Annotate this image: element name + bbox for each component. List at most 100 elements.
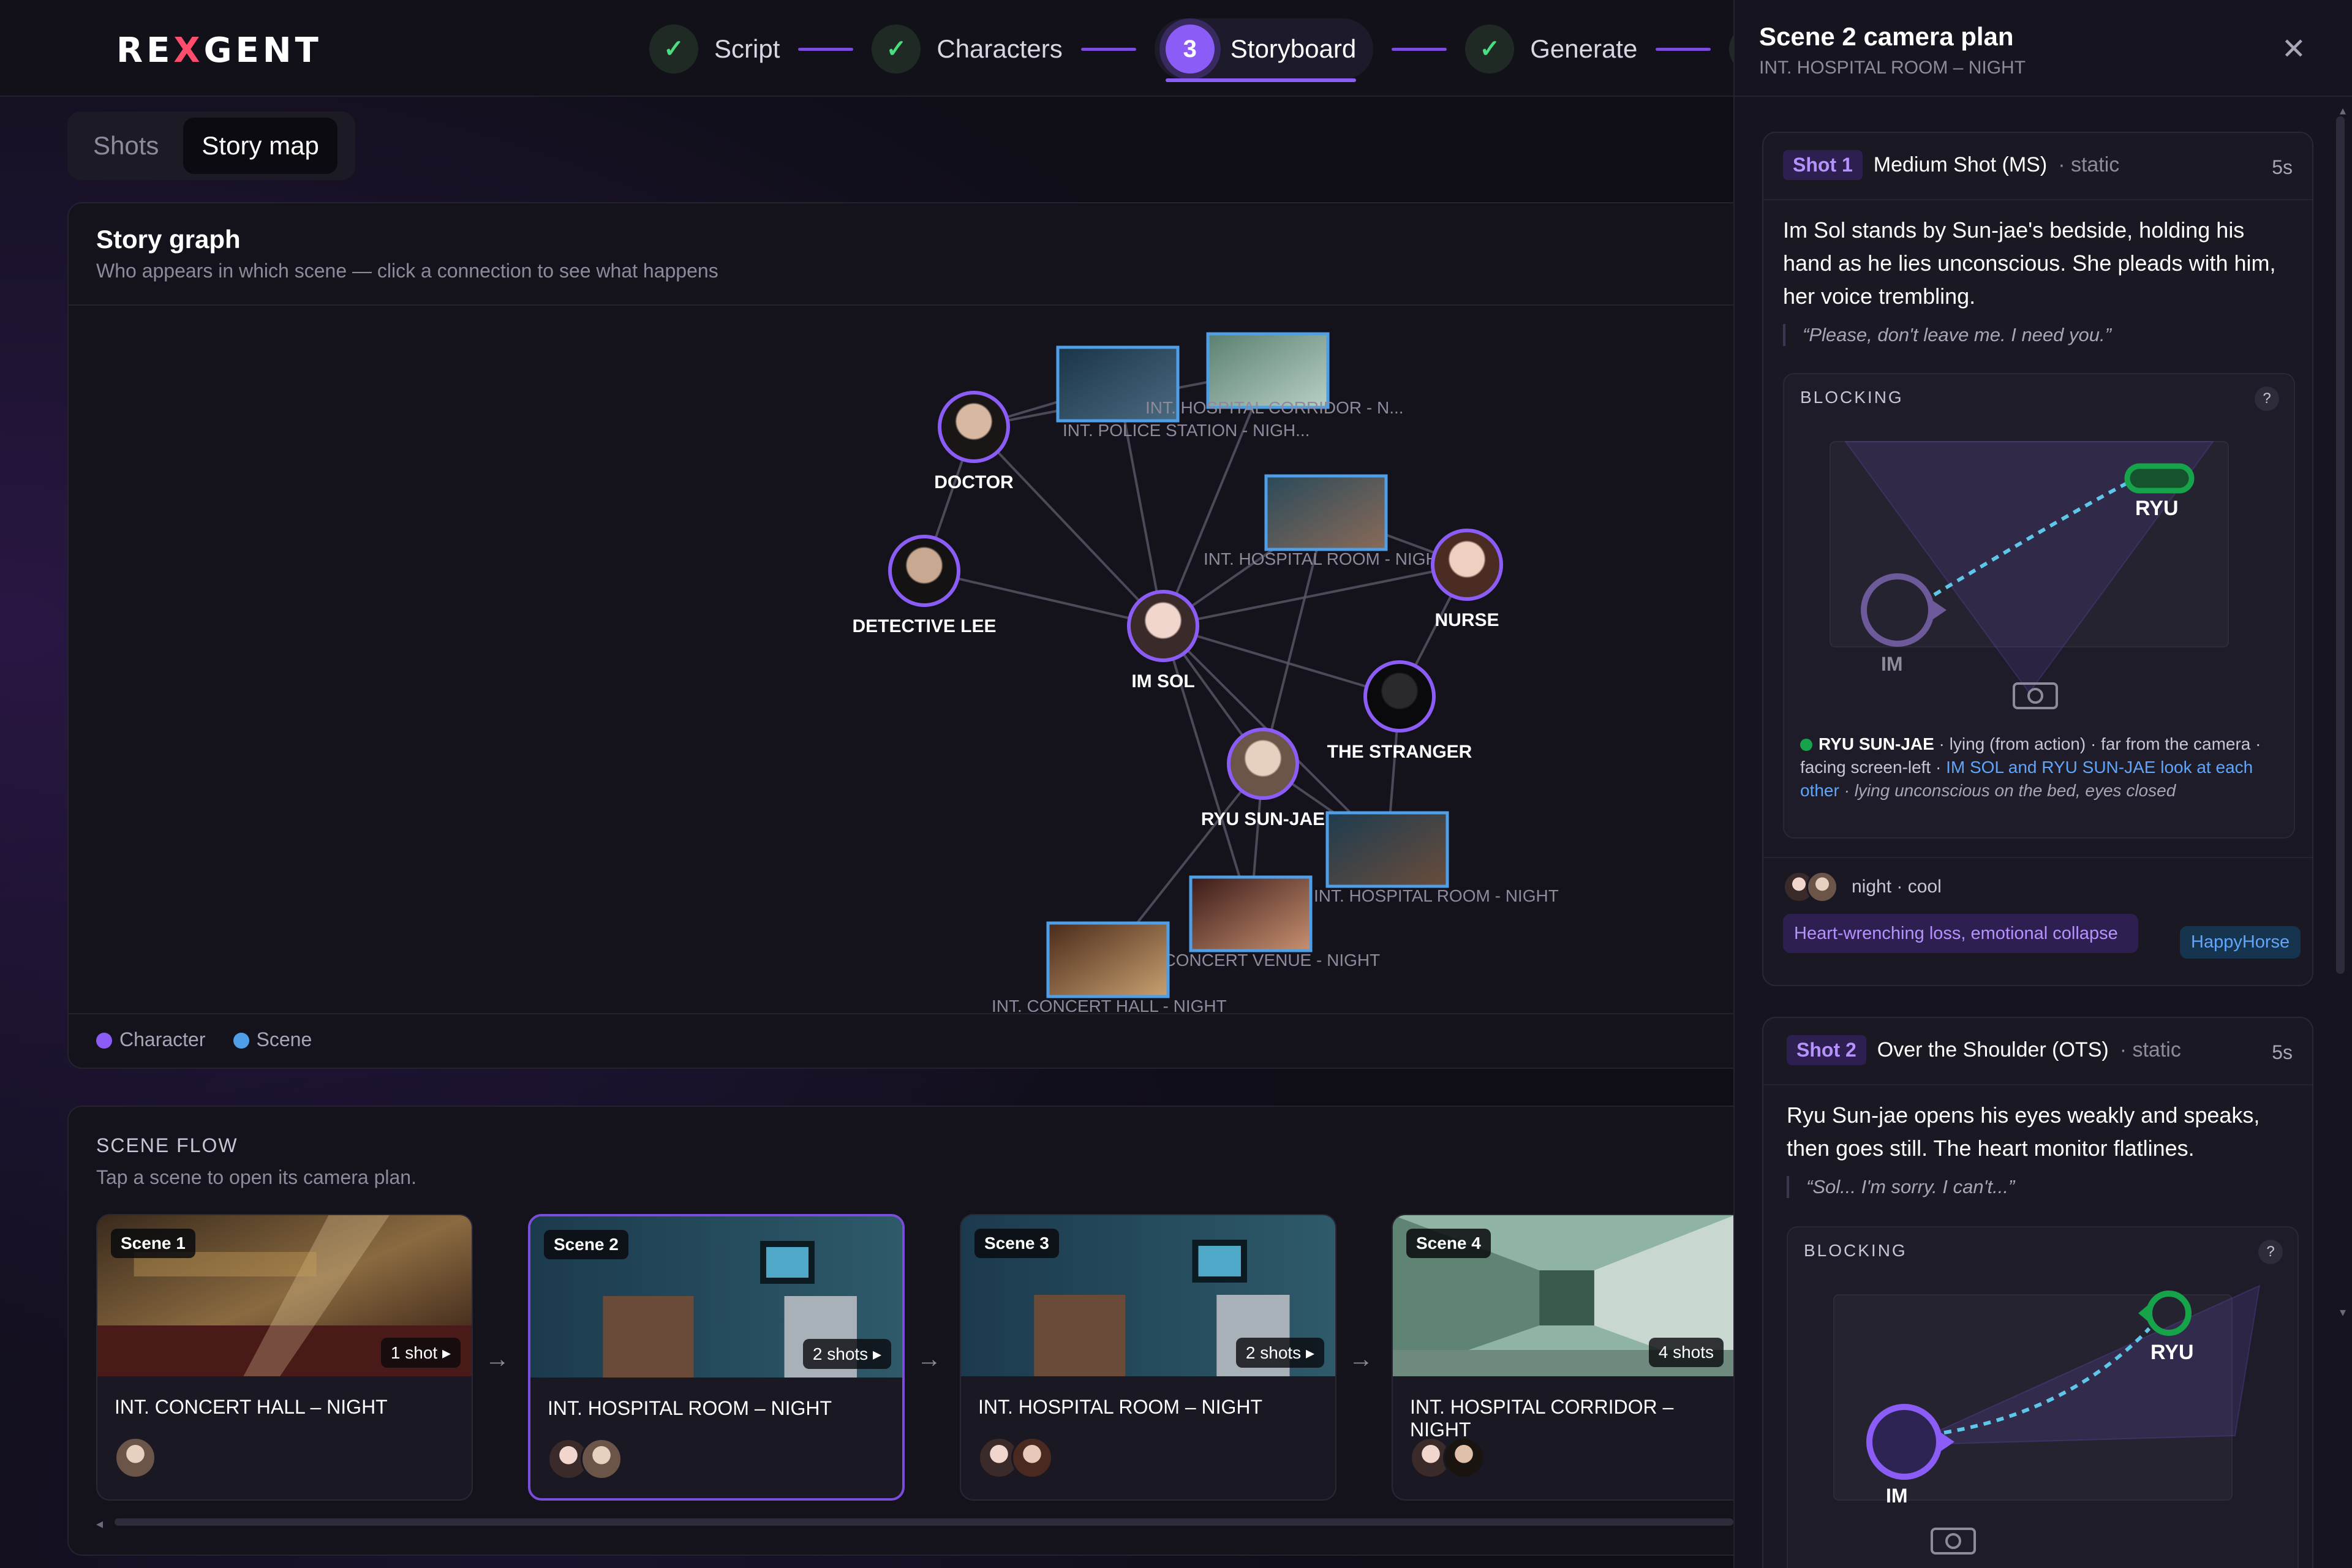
character-node-label: DETECTIVE LEE bbox=[852, 616, 996, 636]
divider bbox=[1763, 857, 2312, 858]
scene-node[interactable]: INT. HOSPITAL ROOM - NIGHT bbox=[1314, 811, 1559, 905]
scene-avatars bbox=[1410, 1437, 1485, 1479]
scene-card-1[interactable]: Scene 1 1 shot ▸ INT. CONCERT HALL – NIG… bbox=[96, 1214, 473, 1501]
flow-arrow-icon: → bbox=[1349, 1346, 1373, 1373]
scroll-left-icon[interactable]: ◂ bbox=[96, 1516, 103, 1532]
blocking-note: RYU SUN-JAE · lying (from action) · far … bbox=[1800, 734, 2261, 800]
step-label: Generate bbox=[1530, 34, 1638, 63]
actor-label-im: IM bbox=[1886, 1485, 1908, 1507]
step-storyboard[interactable]: 3 Storyboard bbox=[1154, 18, 1374, 82]
panel-subtitle: INT. HOSPITAL ROOM – NIGHT bbox=[1759, 58, 2026, 78]
shot-header: Shot 1 Medium Shot (MS) · static bbox=[1783, 150, 2119, 180]
camera-plan-panel: Scene 2 camera plan INT. HOSPITAL ROOM –… bbox=[1733, 0, 2352, 1568]
character-node[interactable]: RYU SUN-JAE bbox=[1201, 728, 1325, 829]
shot-count-badge[interactable]: 1 shot ▸ bbox=[380, 1338, 461, 1368]
flow-arrow-icon: → bbox=[917, 1346, 941, 1373]
model-tag[interactable]: HappyHorse bbox=[2180, 926, 2301, 959]
scene-name: INT. HOSPITAL ROOM – NIGHT bbox=[548, 1397, 832, 1419]
shot-card-2[interactable]: Shot 2 Over the Shoulder (OTS) · static … bbox=[1762, 1017, 2313, 1568]
check-icon: ✓ bbox=[1465, 24, 1515, 74]
actor-label-ryu: RYU bbox=[2150, 1341, 2194, 1364]
scene-name: INT. CONCERT HALL – NIGHT bbox=[115, 1396, 388, 1418]
avatar bbox=[1806, 871, 1838, 903]
shot-description: Ryu Sun-jae opens his eyes weakly and sp… bbox=[1787, 1102, 2260, 1161]
character-node[interactable]: THE STRANGER bbox=[1327, 660, 1472, 762]
shot-tag: Shot 2 bbox=[1787, 1035, 1866, 1065]
tab-story-map[interactable]: Story map bbox=[183, 118, 337, 174]
scene-node[interactable]: INT. HOSPITAL CORRIDOR - N... bbox=[1145, 332, 1404, 417]
scene-name: INT. HOSPITAL CORRIDOR – NIGHT bbox=[1410, 1396, 1674, 1441]
emotion-tag: Heart-wrenching loss, emotional collapse bbox=[1783, 914, 2138, 953]
story-graph-card: Story graph Who appears in which scene —… bbox=[67, 202, 1733, 1069]
shot-type: Over the Shoulder (OTS) bbox=[1877, 1038, 2109, 1061]
mood-row: night · cool bbox=[1783, 871, 1942, 903]
blocking-stage bbox=[1833, 1284, 2261, 1555]
close-icon[interactable]: ✕ bbox=[2282, 32, 2306, 66]
shot-count-badge[interactable]: 2 shots ▸ bbox=[802, 1339, 891, 1369]
character-node[interactable]: NURSE bbox=[1431, 529, 1503, 630]
flow-arrow-icon: → bbox=[485, 1346, 510, 1373]
legend-character: Character bbox=[96, 1028, 206, 1051]
horizontal-scrollbar[interactable] bbox=[115, 1518, 1733, 1526]
shot-count-badge[interactable]: 2 shots ▸ bbox=[1235, 1338, 1324, 1368]
scene-avatars bbox=[978, 1437, 1053, 1479]
view-toggle: Shots Story map bbox=[67, 111, 355, 180]
scene-name: INT. HOSPITAL ROOM – NIGHT bbox=[978, 1396, 1263, 1418]
shot-description: Im Sol stands by Sun-jae's bedside, hold… bbox=[1783, 217, 2276, 309]
character-node[interactable]: IM SOL bbox=[1127, 590, 1199, 692]
tab-shots[interactable]: Shots bbox=[75, 118, 177, 174]
shot-tag: Shot 1 bbox=[1783, 150, 1863, 180]
scene-badge: Scene 4 bbox=[1406, 1229, 1491, 1258]
scene-badge: Scene 2 bbox=[544, 1230, 628, 1259]
step-connector bbox=[1656, 47, 1711, 51]
vertical-scrollbar[interactable] bbox=[2336, 116, 2345, 974]
step-script[interactable]: ✓ Script bbox=[649, 24, 780, 74]
step-label: Characters bbox=[937, 34, 1063, 63]
story-graph-canvas[interactable]: INT. POLICE STATION - NIGH... INT. HOSPIT… bbox=[69, 203, 1735, 1012]
scroll-down-icon[interactable]: ▾ bbox=[2340, 1305, 2346, 1320]
check-icon: ✓ bbox=[872, 24, 921, 74]
scene-avatars bbox=[115, 1437, 156, 1479]
shot-count-badge[interactable]: 4 shots bbox=[1648, 1338, 1724, 1367]
scene-badge: Scene 1 bbox=[111, 1229, 195, 1258]
actor-label-ryu: RYU bbox=[2135, 497, 2179, 520]
character-node[interactable]: DETECTIVE LEE bbox=[852, 535, 997, 636]
character-node-label: THE STRANGER bbox=[1327, 742, 1472, 762]
scene-card-2[interactable]: Scene 2 2 shots ▸ INT. HOSPITAL ROOM – N… bbox=[528, 1214, 905, 1501]
shot-duration: 5s bbox=[2272, 1041, 2293, 1063]
character-node-label: NURSE bbox=[1434, 610, 1499, 630]
mood-avatars bbox=[1783, 871, 1838, 903]
scene-flow-card: SCENE FLOW Tap a scene to open its camer… bbox=[67, 1106, 1735, 1556]
shot-card-1[interactable]: Shot 1 Medium Shot (MS) · static 5s Im S… bbox=[1762, 132, 2313, 986]
workflow-stepper: ✓ Script ✓ Characters 3 Storyboard ✓ Gen… bbox=[649, 18, 1779, 82]
step-connector bbox=[1080, 47, 1136, 51]
scene-avatars bbox=[548, 1438, 622, 1480]
scene-node-label: INT. CONCERT HALL - NIGHT bbox=[992, 997, 1227, 1012]
character-node-label: RYU SUN-JAE bbox=[1201, 809, 1325, 829]
scene-badge: Scene 3 bbox=[974, 1229, 1059, 1258]
scene-node-label: INT. POLICE STATION - NIGH... bbox=[1063, 421, 1310, 440]
graph-link[interactable] bbox=[973, 426, 1164, 627]
blocking-diagram: BLOCKING ? IM RYU bbox=[1787, 1226, 2299, 1568]
step-label: Storyboard bbox=[1230, 34, 1357, 63]
step-connector bbox=[798, 47, 854, 51]
step-generate[interactable]: ✓ Generate bbox=[1465, 24, 1637, 74]
scene-node[interactable]: INT. HOSPITAL ROOM - NIGHT bbox=[1204, 474, 1449, 568]
step-connector bbox=[1392, 47, 1447, 51]
character-node[interactable]: DOCTOR bbox=[934, 391, 1014, 492]
shot-header: Shot 2 Over the Shoulder (OTS) · static bbox=[1787, 1035, 2181, 1065]
avatar bbox=[115, 1437, 156, 1479]
step-number: 3 bbox=[1165, 24, 1215, 74]
app-logo[interactable]: REXGENT bbox=[116, 31, 322, 70]
scene-flow-title: SCENE FLOW bbox=[96, 1134, 238, 1156]
shot-duration: 5s bbox=[2272, 156, 2293, 178]
shot-dialogue: “Please, don't leave me. I need you.” bbox=[1783, 324, 2285, 346]
status-dot-icon bbox=[1800, 739, 1812, 751]
scene-card-3[interactable]: Scene 3 2 shots ▸ INT. HOSPITAL ROOM – N… bbox=[960, 1214, 1336, 1501]
blocking-stage bbox=[1830, 441, 2229, 709]
actor-label-im: IM bbox=[1881, 653, 1903, 675]
step-characters[interactable]: ✓ Characters bbox=[872, 24, 1063, 74]
scene-node-label: INT. HOSPITAL ROOM - NIGHT bbox=[1204, 549, 1449, 568]
scene-card-4[interactable]: Scene 4 4 shots INT. HOSPITAL CORRIDOR –… bbox=[1392, 1214, 1735, 1501]
legend-scene: Scene bbox=[233, 1028, 312, 1051]
